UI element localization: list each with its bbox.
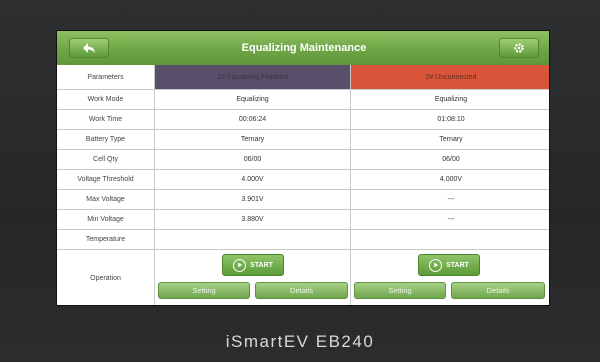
table-row: Work Time 00:06:24 01:08:10 [57, 110, 549, 130]
channel-2-start-button[interactable]: START [418, 254, 480, 276]
title-bar: Equalizing Maintenance [57, 31, 549, 65]
channel-2-value: Equalizing [434, 96, 468, 103]
channel-1-value: 00:06:24 [155, 110, 351, 129]
row-label: Temperature [57, 230, 155, 249]
touch-screen: Equalizing Maintenance Parameters 1#:Equ… [56, 30, 550, 306]
device-brand-label: iSmartEV EB240 [225, 332, 375, 351]
channel-2-details-button[interactable]: Details [451, 282, 545, 299]
row-label: Min Voltage [57, 210, 155, 229]
table-row: Cell Qty 06/00 06/00 [57, 150, 549, 170]
row-label: Max Voltage [57, 190, 155, 209]
channel-1-value: Equalizing [155, 90, 351, 109]
table-row: Work Mode Equalizing Equalizing [57, 90, 549, 110]
row-label-operation: Operation [57, 250, 155, 305]
column-header-channel-1[interactable]: 1#:Equalizing Finished [155, 65, 351, 89]
table-row: Voltage Threshold 4.000V 4.000V [57, 170, 549, 190]
device-bezel: Equalizing Maintenance Parameters 1#:Equ… [0, 0, 600, 362]
channel-1-value: 3.880V [155, 210, 351, 229]
row-label: Work Time [57, 110, 155, 129]
column-header-parameters: Parameters [57, 65, 155, 89]
table-header-row: Parameters 1#:Equalizing Finished 2#:Unc… [57, 65, 549, 90]
start-label: START [250, 261, 273, 269]
channel-2-value: --- [447, 196, 455, 203]
start-label: START [446, 261, 469, 269]
channel-2-value [351, 230, 549, 249]
channel-1-setting-button[interactable]: Setting [158, 282, 250, 299]
row-label: Cell Qty [57, 150, 155, 169]
table-row: Max Voltage 3.901V --- [57, 190, 549, 210]
channel-1-value: 06/00 [155, 150, 351, 169]
table-row: Min Voltage 3.880V --- [57, 210, 549, 230]
gear-icon [514, 43, 524, 53]
row-label: Work Mode [57, 90, 155, 109]
table-row: Battery Type Ternary Ternary [57, 130, 549, 150]
play-icon [429, 258, 443, 272]
play-icon [233, 258, 247, 272]
channel-1-value [155, 230, 351, 249]
channel-2-value: 4.000V [439, 176, 463, 183]
channel-2-value: Ternary [439, 136, 463, 143]
channel-2-value: --- [447, 216, 455, 223]
row-label: Battery Type [57, 130, 155, 149]
settings-button[interactable] [499, 38, 539, 58]
channel-2-setting-button[interactable]: Setting [354, 282, 446, 299]
column-header-channel-2[interactable]: 2#:Unconnected [351, 65, 549, 89]
channel-1-value: 3.901V [155, 190, 351, 209]
table-row: Temperature [57, 230, 549, 250]
channel-2-value: 01:08:10 [437, 116, 465, 123]
channel-1-details-button[interactable]: Details [255, 282, 348, 299]
channel-1-value: Ternary [155, 130, 351, 149]
channel-1-value: 4.000V [155, 170, 351, 189]
channel-1-start-button[interactable]: START [222, 254, 284, 276]
channel-2-value: 06/00 [442, 156, 460, 163]
row-label: Voltage Threshold [57, 170, 155, 189]
page-title: Equalizing Maintenance [241, 42, 367, 54]
